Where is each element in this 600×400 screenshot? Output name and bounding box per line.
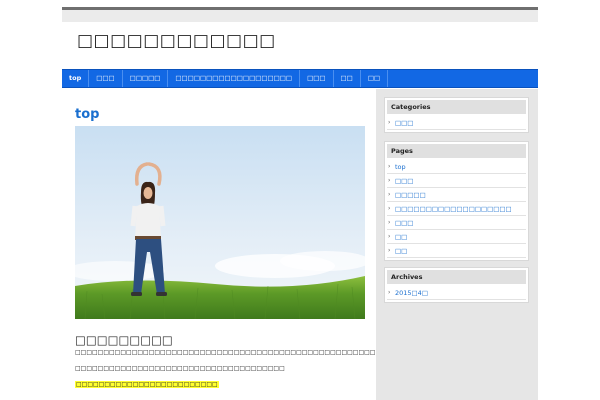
- page-link[interactable]: › □□: [387, 244, 526, 258]
- nav-item-7[interactable]: □□: [361, 70, 389, 87]
- page-link[interactable]: › □□□□□□□□□□□□□□□□□□□: [387, 202, 526, 216]
- hero-image: [75, 126, 365, 319]
- page-wrapper: □□□□□□□□□□□□ top □□□ □□□□□ □□□□□□□□□□□□□…: [62, 7, 538, 400]
- chevron-right-icon: ›: [388, 163, 391, 170]
- post-title[interactable]: top: [75, 107, 99, 122]
- page-link[interactable]: › □□: [387, 230, 526, 244]
- nav-item-4[interactable]: □□□□□□□□□□□□□□□□□□□: [168, 70, 301, 87]
- pages-widget: Pages › top › □□□ › □□□□□ › □□□□□□□□□□□□□□□□…: [384, 141, 529, 261]
- widget-title: Pages: [387, 144, 526, 158]
- photo-woman-in-field-icon: [75, 126, 365, 319]
- chevron-right-icon: ›: [388, 247, 391, 254]
- page-link[interactable]: › □□□: [387, 174, 526, 188]
- nav-item-3[interactable]: □□□□□: [123, 70, 169, 87]
- chevron-right-icon: ›: [388, 177, 391, 184]
- category-item[interactable]: › □□□: [387, 116, 526, 130]
- nav-item-6[interactable]: □□: [334, 70, 361, 87]
- main-content: top □□□□□□□□□ □□□□□□□□□□□□□□□□□□□□□□□□□□…: [62, 89, 472, 400]
- page-link[interactable]: › □□□□□: [387, 188, 526, 202]
- section-heading: □□□□□□□□□: [75, 333, 173, 347]
- site-title[interactable]: □□□□□□□□□□□□: [77, 31, 276, 51]
- chevron-right-icon: ›: [388, 233, 391, 240]
- nav-item-2[interactable]: □□□: [89, 70, 123, 87]
- chevron-right-icon: ›: [388, 205, 391, 212]
- archive-link[interactable]: › 2015□4□: [387, 286, 526, 300]
- paragraph-2: □□□□□□□□□□□□□□□□□□□□□□□□□□□□□□□□□□□□□: [75, 365, 285, 372]
- archives-widget: Archives › 2015□4□: [384, 267, 529, 303]
- widget-title: Categories: [387, 100, 526, 114]
- page-link[interactable]: › □□□: [387, 216, 526, 230]
- page-link[interactable]: › top: [387, 160, 526, 174]
- highlighted-text: □□□□□□□□□□□□□□□□□□□□□□□□□: [75, 381, 219, 388]
- categories-widget: Categories › □□□: [384, 97, 529, 133]
- chevron-right-icon: ›: [388, 119, 391, 126]
- chevron-right-icon: ›: [388, 191, 391, 198]
- sidebar: Categories › □□□ Pages › top › □□□ › □□□□□ ›…: [376, 89, 538, 400]
- chevron-right-icon: ›: [388, 289, 391, 296]
- top-strip: [62, 10, 538, 22]
- chevron-right-icon: ›: [388, 219, 391, 226]
- nav-item-top[interactable]: top: [62, 70, 90, 87]
- widget-title: Archives: [387, 270, 526, 284]
- nav-item-5[interactable]: □□□: [300, 70, 334, 87]
- main-nav: top □□□ □□□□□ □□□□□□□□□□□□□□□□□□□ □□□ □□…: [62, 69, 538, 88]
